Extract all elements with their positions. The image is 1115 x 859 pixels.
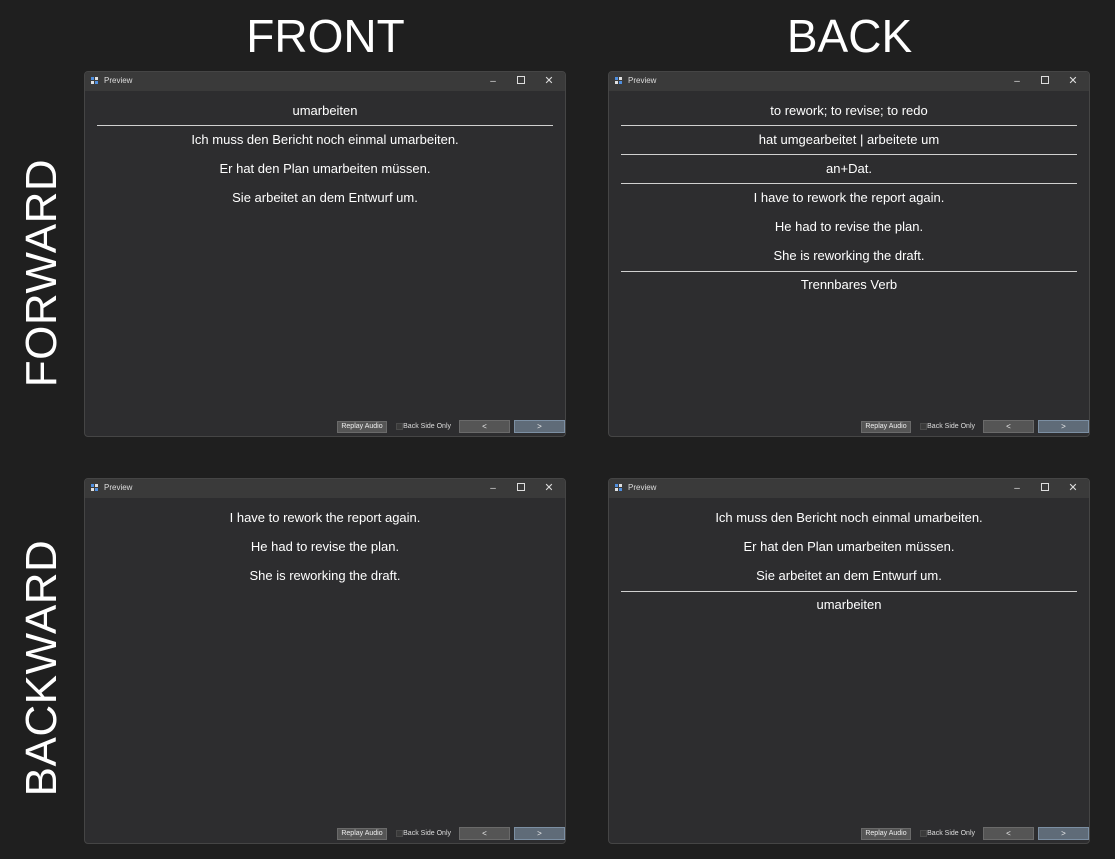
example-sentence: I have to rework the report again.: [753, 190, 945, 205]
app-icon: [91, 484, 99, 492]
card-content: Ich muss den Bericht noch einmal umarbei…: [609, 498, 1089, 823]
bottom-toolbar: Replay Audio Back Side Only < >: [609, 416, 1089, 436]
bottom-toolbar: Replay Audio Back Side Only < >: [85, 823, 565, 843]
minimize-button[interactable]: –: [1003, 72, 1031, 91]
back-column-heading: BACK: [786, 10, 913, 62]
preview-window-forward-front: Preview – ✕ umarbeiten Ich muss den Beri…: [84, 71, 566, 437]
grammar-note: Trennbares Verb: [800, 277, 898, 292]
example-sentence: Ich muss den Bericht noch einmal umarbei…: [715, 510, 983, 525]
next-button[interactable]: >: [1038, 827, 1089, 840]
back-side-only-label: Back Side Only: [403, 423, 451, 430]
close-button[interactable]: ✕: [1059, 479, 1087, 498]
example-sentence: Er hat den Plan umarbeiten müssen.: [743, 539, 955, 554]
divider: [621, 591, 1077, 592]
replay-audio-button[interactable]: Replay Audio: [337, 828, 387, 840]
replay-audio-button[interactable]: Replay Audio: [861, 828, 911, 840]
app-icon: [615, 77, 623, 85]
close-button[interactable]: ✕: [535, 72, 563, 91]
previous-button[interactable]: <: [459, 827, 510, 840]
maximize-button[interactable]: [507, 72, 535, 91]
example-sentence: She is reworking the draft.: [249, 568, 401, 583]
back-side-only-checkbox[interactable]: [396, 423, 403, 430]
example-sentence: He had to revise the plan.: [250, 539, 400, 554]
close-button[interactable]: ✕: [1059, 72, 1087, 91]
minimize-button[interactable]: –: [479, 72, 507, 91]
maximize-icon: [517, 76, 525, 85]
preposition: an+Dat.: [826, 161, 872, 176]
back-side-only-label: Back Side Only: [927, 423, 975, 430]
example-sentence: Er hat den Plan umarbeiten müssen.: [219, 161, 431, 176]
preview-window-backward-back: Preview – ✕ Ich muss den Bericht noch ei…: [608, 478, 1090, 844]
title-bar[interactable]: Preview – ✕: [609, 479, 1089, 498]
card-content: umarbeiten Ich muss den Bericht noch ein…: [85, 91, 565, 416]
minimize-button[interactable]: –: [479, 479, 507, 498]
replay-audio-button[interactable]: Replay Audio: [337, 421, 387, 433]
preview-window-backward-front: Preview – ✕ I have to rework the report …: [84, 478, 566, 844]
back-side-only-checkbox[interactable]: [396, 830, 403, 837]
translation: to rework; to revise; to redo: [770, 103, 928, 118]
example-sentence: I have to rework the report again.: [229, 510, 421, 525]
divider: [621, 271, 1077, 272]
preview-window-forward-back: Preview – ✕ to rework; to revise; to red…: [608, 71, 1090, 437]
verb-forms: hat umgearbeitet | arbeitete um: [758, 132, 940, 147]
window-title: Preview: [104, 76, 133, 85]
bottom-toolbar: Replay Audio Back Side Only < >: [609, 823, 1089, 843]
window-title: Preview: [104, 483, 133, 492]
example-sentence: He had to revise the plan.: [774, 219, 924, 234]
next-button[interactable]: >: [514, 827, 565, 840]
maximize-button[interactable]: [1031, 72, 1059, 91]
next-button[interactable]: >: [514, 420, 565, 433]
maximize-icon: [1041, 76, 1049, 85]
divider: [621, 183, 1077, 184]
window-title: Preview: [628, 483, 657, 492]
back-side-only-checkbox[interactable]: [920, 423, 927, 430]
previous-button[interactable]: <: [459, 420, 510, 433]
previous-button[interactable]: <: [983, 827, 1034, 840]
back-side-only-label: Back Side Only: [927, 830, 975, 837]
divider: [621, 154, 1077, 155]
replay-audio-button[interactable]: Replay Audio: [861, 421, 911, 433]
previous-button[interactable]: <: [983, 420, 1034, 433]
divider: [621, 125, 1077, 126]
maximize-button[interactable]: [507, 479, 535, 498]
example-sentence: She is reworking the draft.: [773, 248, 925, 263]
title-bar[interactable]: Preview – ✕: [609, 72, 1089, 91]
title-bar[interactable]: Preview – ✕: [85, 479, 565, 498]
example-sentence: Ich muss den Bericht noch einmal umarbei…: [191, 132, 459, 147]
example-sentence: Sie arbeitet an dem Entwurf um.: [756, 568, 942, 583]
front-column-heading: FRONT: [246, 10, 405, 62]
close-button[interactable]: ✕: [535, 479, 563, 498]
example-sentence: Sie arbeitet an dem Entwurf um.: [232, 190, 418, 205]
term: umarbeiten: [816, 597, 882, 612]
card-content: I have to rework the report again. He ha…: [85, 498, 565, 823]
maximize-icon: [517, 483, 525, 492]
term: umarbeiten: [292, 103, 358, 118]
title-bar[interactable]: Preview – ✕: [85, 72, 565, 91]
divider: [97, 125, 553, 126]
back-side-only-label: Back Side Only: [403, 830, 451, 837]
maximize-button[interactable]: [1031, 479, 1059, 498]
app-icon: [615, 484, 623, 492]
bottom-toolbar: Replay Audio Back Side Only < >: [85, 416, 565, 436]
next-button[interactable]: >: [1038, 420, 1089, 433]
app-icon: [91, 77, 99, 85]
maximize-icon: [1041, 483, 1049, 492]
card-content: to rework; to revise; to redo hat umgear…: [609, 91, 1089, 416]
minimize-button[interactable]: –: [1003, 479, 1031, 498]
window-title: Preview: [628, 76, 657, 85]
back-side-only-checkbox[interactable]: [920, 830, 927, 837]
